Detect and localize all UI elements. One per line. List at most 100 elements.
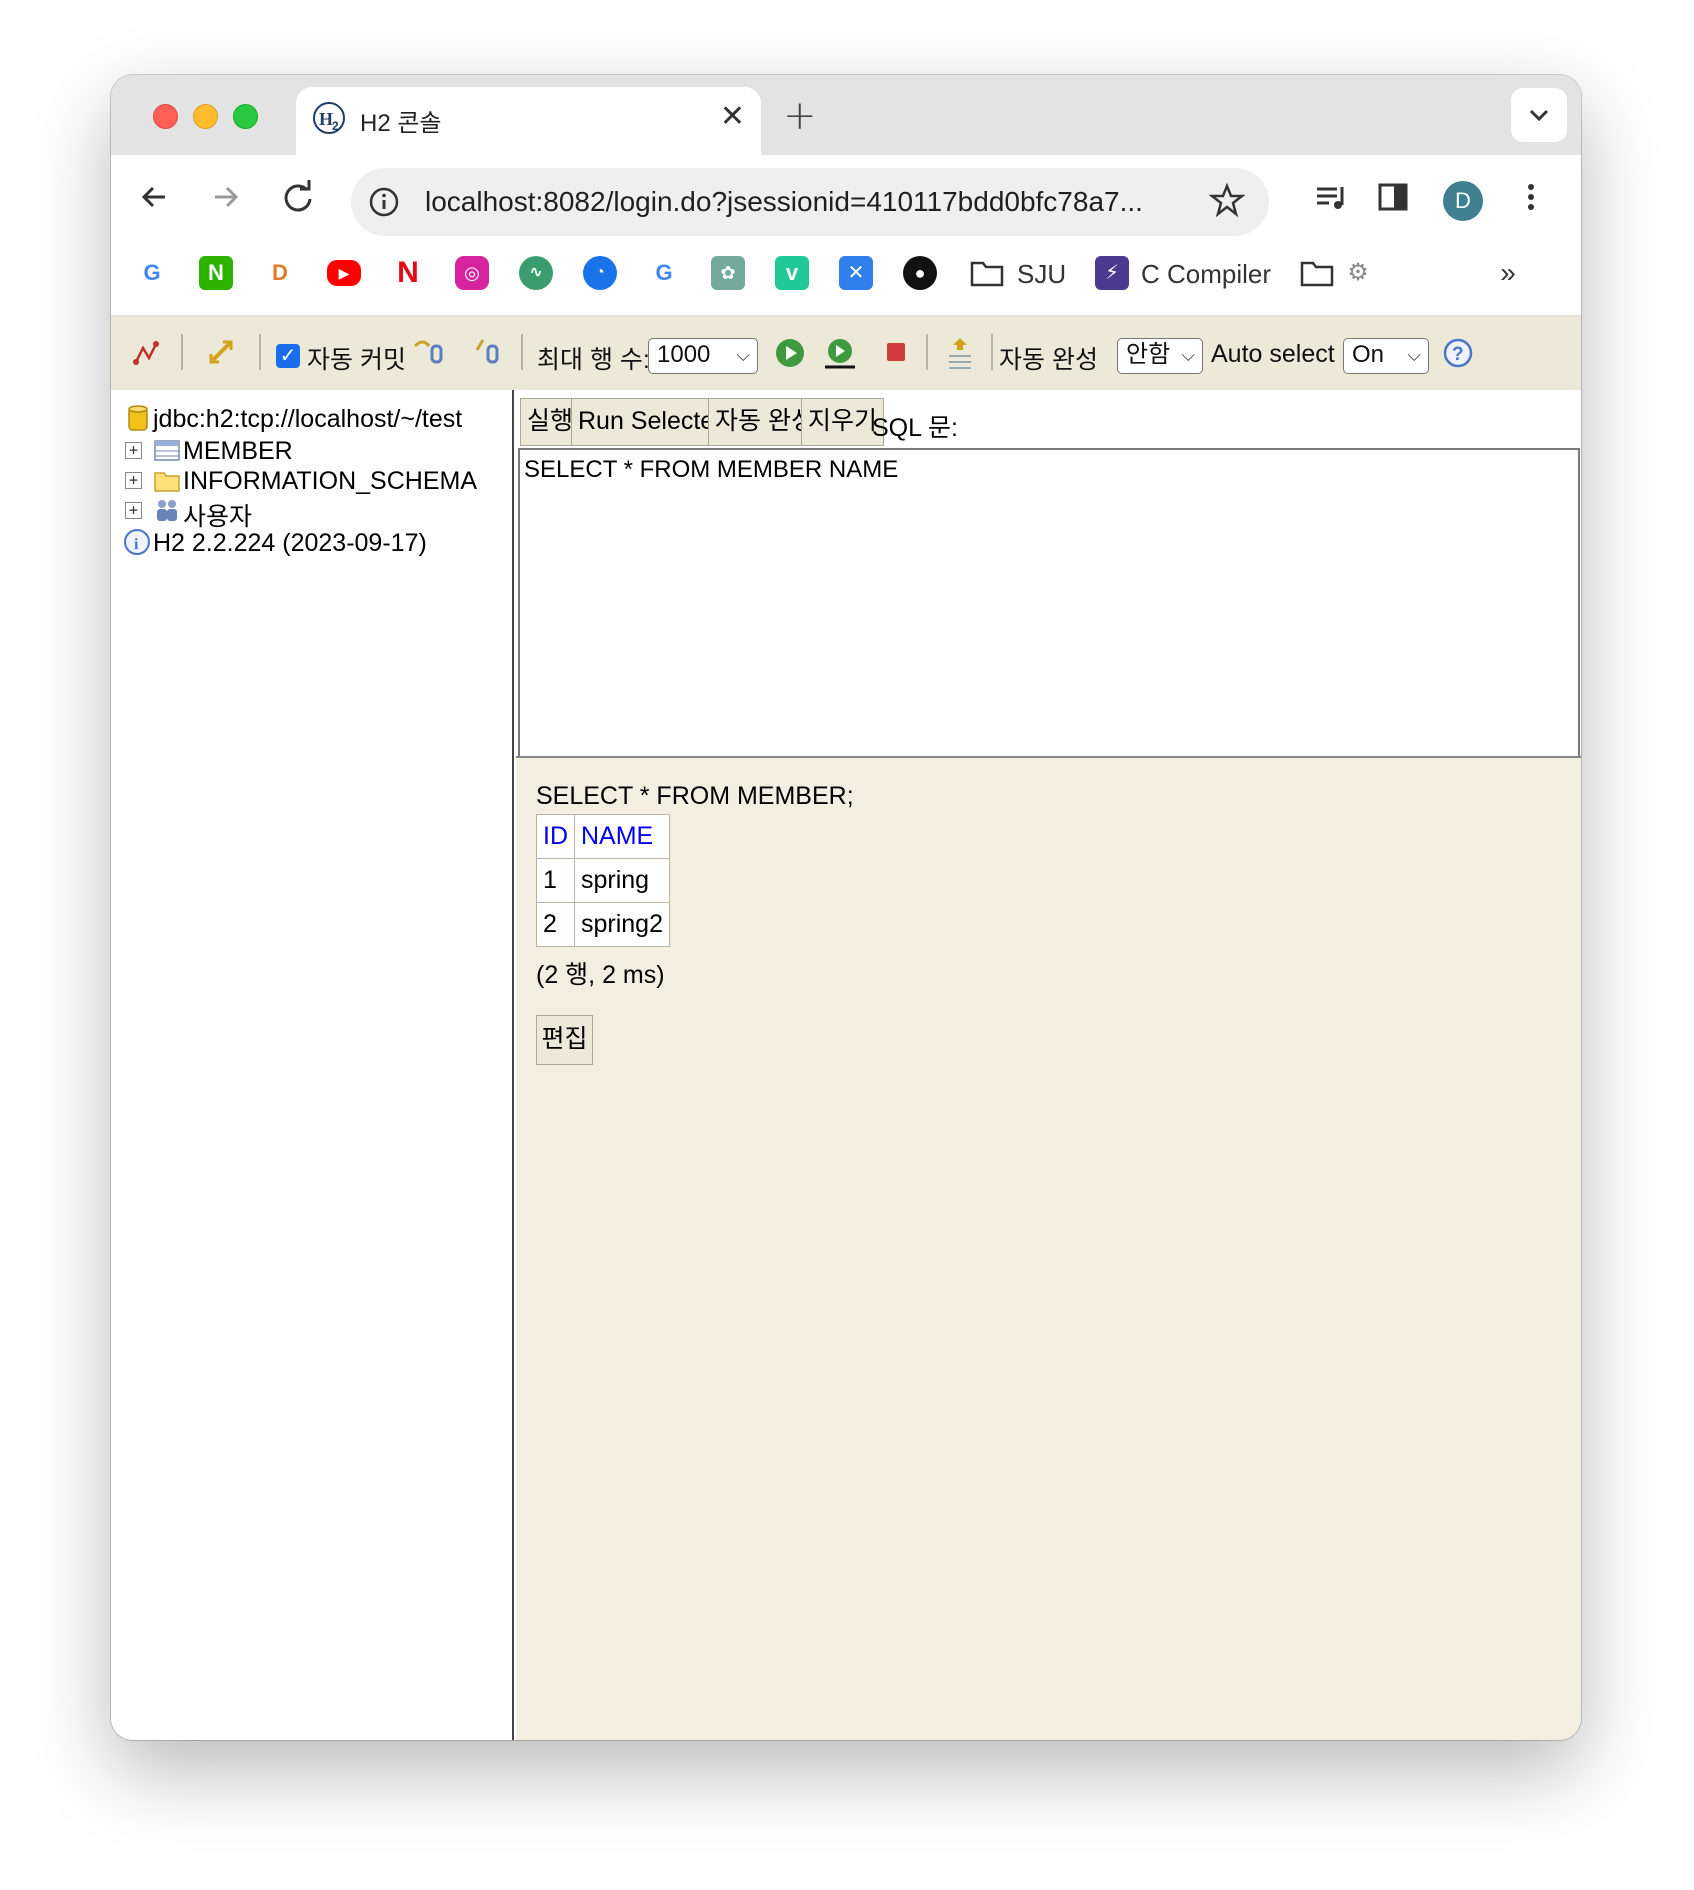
svg-text:2: 2: [332, 119, 339, 133]
table-row: 2 spring2: [536, 902, 670, 947]
stop-icon[interactable]: [879, 336, 913, 370]
run-icon[interactable]: [773, 336, 807, 370]
max-rows-value: 1000: [657, 341, 711, 368]
auto-commit-checkbox[interactable]: ✓: [276, 344, 300, 368]
table-cell: spring2: [574, 902, 670, 947]
google-bookmark-icon[interactable]: G: [135, 256, 169, 290]
google-bookmark-2-icon[interactable]: G: [647, 256, 681, 290]
chevron-down-icon: ⌵: [1407, 345, 1421, 365]
tree-item-member[interactable]: + MEMBER: [123, 434, 503, 466]
h2-toolbar: ✓ 자동 커밋 최대 행 수: 1000 ⌵ 자동 완성 안함 ⌵ Auto s…: [111, 315, 1581, 390]
browser-window: H 2 H2 콘솔 ✕ + localhost:8082/login.do?js…: [111, 75, 1581, 1740]
maximize-window-button[interactable]: [233, 104, 258, 129]
sql-statement-label: SQL 문:: [872, 414, 958, 442]
edit-button[interactable]: 편집: [536, 1015, 593, 1065]
youtube-bookmark-icon[interactable]: ▶: [327, 260, 361, 286]
version-label: H2 2.2.224 (2023-09-17): [153, 529, 427, 557]
refresh-icon[interactable]: [205, 336, 239, 370]
toolbar-separator: [259, 334, 261, 370]
close-tab-icon[interactable]: ✕: [720, 99, 745, 134]
expand-icon[interactable]: +: [125, 442, 142, 459]
run-selected-icon[interactable]: [823, 336, 857, 370]
side-panel-icon[interactable]: [1373, 177, 1413, 217]
auto-select-label: Auto select: [1211, 340, 1335, 368]
sql-editor-panel: 실행 Run Selected 자동 완성 지우기 SQL 문: SELECT …: [516, 390, 1581, 758]
colorful-bookmark-icon[interactable]: ◔: [583, 256, 617, 290]
minimize-window-button[interactable]: [193, 104, 218, 129]
table-cell: spring: [574, 858, 670, 903]
info-icon: i: [124, 529, 150, 555]
schema-tree: jdbc:h2:tcp://localhost/~/test + MEMBER …: [111, 390, 514, 1740]
address-bar[interactable]: localhost:8082/login.do?jsessionid=41011…: [351, 168, 1269, 236]
disconnect-icon[interactable]: [129, 336, 163, 370]
profile-avatar[interactable]: D: [1443, 181, 1483, 221]
naver-bookmark-icon[interactable]: N: [199, 256, 233, 290]
tree-item-label: INFORMATION_SCHEMA: [183, 467, 477, 495]
instagram-bookmark-icon[interactable]: ◎: [455, 256, 489, 290]
column-header-id[interactable]: ID: [536, 814, 575, 859]
folder-2-icon[interactable]: [1299, 258, 1335, 288]
auto-select-select[interactable]: On ⌵: [1343, 338, 1429, 374]
sql-textarea[interactable]: SELECT * FROM MEMBER NAME: [518, 448, 1580, 758]
auto-commit-label: 자동 커밋: [307, 346, 406, 374]
v-bookmark-icon[interactable]: v: [775, 256, 809, 290]
expand-icon[interactable]: +: [125, 502, 142, 519]
netflix-bookmark-icon[interactable]: N: [391, 256, 425, 290]
x-bookmark-icon[interactable]: ✕: [839, 256, 873, 290]
users-icon: [157, 500, 177, 521]
media-controls-icon[interactable]: [1311, 177, 1351, 217]
result-statement: SELECT * FROM MEMBER;: [536, 782, 854, 810]
help-icon[interactable]: ?: [1441, 336, 1475, 370]
github-bookmark-icon[interactable]: ●: [903, 256, 937, 290]
tree-version: i H2 2.2.224 (2023-09-17): [123, 526, 503, 558]
site-info-icon[interactable]: [367, 185, 401, 219]
autocomplete-label: 자동 완성: [999, 346, 1098, 374]
h2-favicon-icon: H 2: [313, 102, 345, 134]
svg-text:i: i: [134, 536, 139, 553]
bookmarks-bar: G N D ▶ N ◎ ∿ ◔ G ✿ v ✕ ● SJU ⚡ C Compil…: [111, 240, 1581, 310]
bookmark-star-icon[interactable]: [1209, 182, 1245, 218]
max-rows-label: 최대 행 수:: [537, 346, 650, 374]
chatgpt-bookmark-icon[interactable]: ✿: [711, 256, 745, 290]
close-window-button[interactable]: [153, 104, 178, 129]
database-icon: [128, 405, 148, 431]
reload-icon[interactable]: [276, 175, 320, 219]
expand-icon[interactable]: +: [125, 472, 142, 489]
tab-strip: H 2 H2 콘솔 ✕ +: [111, 75, 1581, 157]
max-rows-select[interactable]: 1000 ⌵: [648, 338, 758, 374]
forward-arrow-icon[interactable]: [203, 175, 247, 219]
lightning-bookmark-icon[interactable]: ⚡: [1095, 256, 1129, 290]
more-menu-icon[interactable]: [1511, 177, 1551, 217]
autocomplete-select[interactable]: 안함 ⌵: [1117, 338, 1203, 374]
new-tab-button[interactable]: +: [783, 93, 817, 139]
gear-icon[interactable]: ⚙: [1341, 256, 1375, 290]
rollback-icon[interactable]: [411, 336, 445, 370]
table-cell: 2: [536, 902, 575, 947]
history-icon[interactable]: [943, 336, 977, 376]
chevron-down-icon: ⌵: [736, 345, 750, 365]
table-icon: [154, 440, 180, 461]
back-arrow-icon[interactable]: [133, 175, 177, 219]
tab-h2-console[interactable]: H 2 H2 콘솔 ✕: [296, 87, 761, 157]
column-header-name[interactable]: NAME: [574, 814, 670, 859]
bookmark-c-compiler[interactable]: C Compiler: [1141, 259, 1271, 290]
connection-label: jdbc:h2:tcp://localhost/~/test: [153, 405, 463, 433]
more-bookmarks-icon[interactable]: »: [1491, 256, 1525, 290]
tree-item-information-schema[interactable]: + INFORMATION_SCHEMA: [123, 464, 503, 496]
d-bookmark-icon[interactable]: D: [263, 256, 297, 290]
url-text: localhost:8082/login.do?jsessionid=41011…: [425, 186, 1143, 217]
folder-icon: [154, 472, 180, 492]
commit-icon[interactable]: [471, 336, 505, 370]
toolbar-separator: [991, 334, 993, 370]
tree-item-users[interactable]: + 사용자: [123, 494, 503, 531]
result-panel: SELECT * FROM MEMBER; ID NAME 1 spring 2…: [516, 756, 1581, 1740]
autocomplete-value: 안함: [1126, 341, 1171, 368]
chevron-down-icon: [1529, 109, 1549, 122]
tree-connection[interactable]: jdbc:h2:tcp://localhost/~/test: [123, 402, 503, 434]
svg-text:?: ?: [1452, 344, 1464, 365]
tab-search-button[interactable]: [1511, 88, 1567, 142]
tab-title: H2 콘솔: [360, 110, 442, 137]
bookmark-sju[interactable]: SJU: [1017, 259, 1066, 290]
table-cell: 1: [536, 858, 575, 903]
graph-bookmark-icon[interactable]: ∿: [519, 256, 553, 290]
